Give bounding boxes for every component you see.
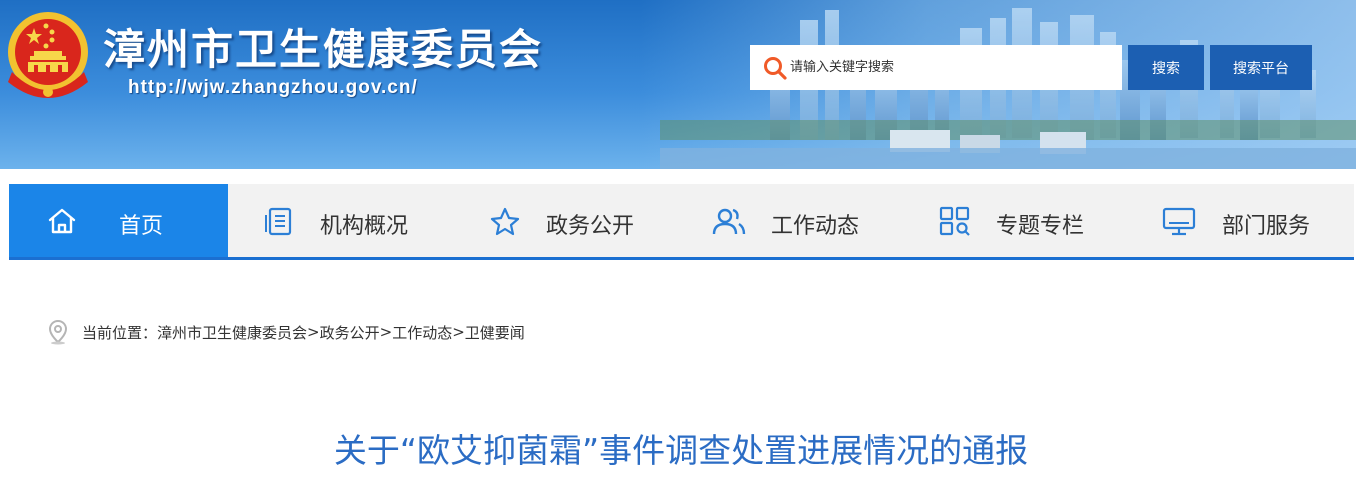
national-emblem-icon	[8, 12, 88, 98]
search-platform-button[interactable]: 搜索平台	[1210, 45, 1312, 90]
nav-item-department-services[interactable]: 部门服务	[1128, 184, 1354, 257]
breadcrumb: 当前位置： 漳州市卫生健康委员会 > 政务公开 > 工作动态 > 卫健要闻	[48, 318, 525, 346]
nav-label-special-topics: 专题专栏	[996, 214, 1085, 239]
site-url[interactable]: http://wjw.zhangzhou.gov.cn/	[128, 77, 418, 99]
nav-item-home[interactable]: 首页	[9, 184, 228, 257]
search-input[interactable]	[790, 47, 1110, 88]
nav-item-work-news[interactable]: 工作动态	[678, 184, 903, 257]
breadcrumb-link-home[interactable]: 漳州市卫生健康委员会	[157, 322, 307, 343]
monitor-icon	[1162, 207, 1196, 236]
search-icon	[764, 56, 787, 80]
nav-item-organization[interactable]: 机构概况	[228, 184, 453, 257]
document-icon	[265, 207, 292, 236]
users-icon	[712, 208, 746, 235]
nav-label-work-news: 工作动态	[771, 214, 860, 239]
breadcrumb-link-government-affairs[interactable]: 政务公开	[320, 322, 380, 343]
article-title: 关于“欧艾抑菌霜”事件调查处置进展情况的通报	[333, 431, 1029, 470]
search-button[interactable]: 搜索	[1128, 45, 1204, 90]
breadcrumb-link-work-news[interactable]: 工作动态	[392, 322, 452, 343]
home-icon	[48, 208, 76, 234]
nav-label-organization: 机构概况	[320, 214, 409, 239]
site-title: 漳州市卫生健康委员会	[103, 25, 544, 74]
main-nav: 首页 机构概况 政务公开 工作动态 专题专栏 部门服务	[9, 184, 1354, 260]
header-banner: 漳州市卫生健康委员会 http://wjw.zhangzhou.gov.cn/ …	[0, 0, 1356, 169]
star-icon	[490, 207, 520, 236]
breadcrumb-link-health-news[interactable]: 卫健要闻	[465, 322, 525, 343]
nav-label-department-services: 部门服务	[1222, 214, 1311, 239]
nav-label-home: 首页	[119, 214, 164, 239]
search-box	[750, 45, 1122, 90]
breadcrumb-prefix: 当前位置：	[82, 323, 158, 342]
nav-item-special-topics[interactable]: 专题专栏	[903, 184, 1128, 257]
location-pin-icon	[48, 319, 68, 345]
breadcrumb-separator: >	[452, 323, 465, 341]
breadcrumb-separator: >	[307, 323, 320, 341]
breadcrumb-separator: >	[379, 323, 393, 341]
grid-search-icon	[939, 206, 970, 236]
nav-item-government-affairs[interactable]: 政务公开	[453, 184, 678, 257]
nav-label-government-affairs: 政务公开	[546, 214, 635, 239]
